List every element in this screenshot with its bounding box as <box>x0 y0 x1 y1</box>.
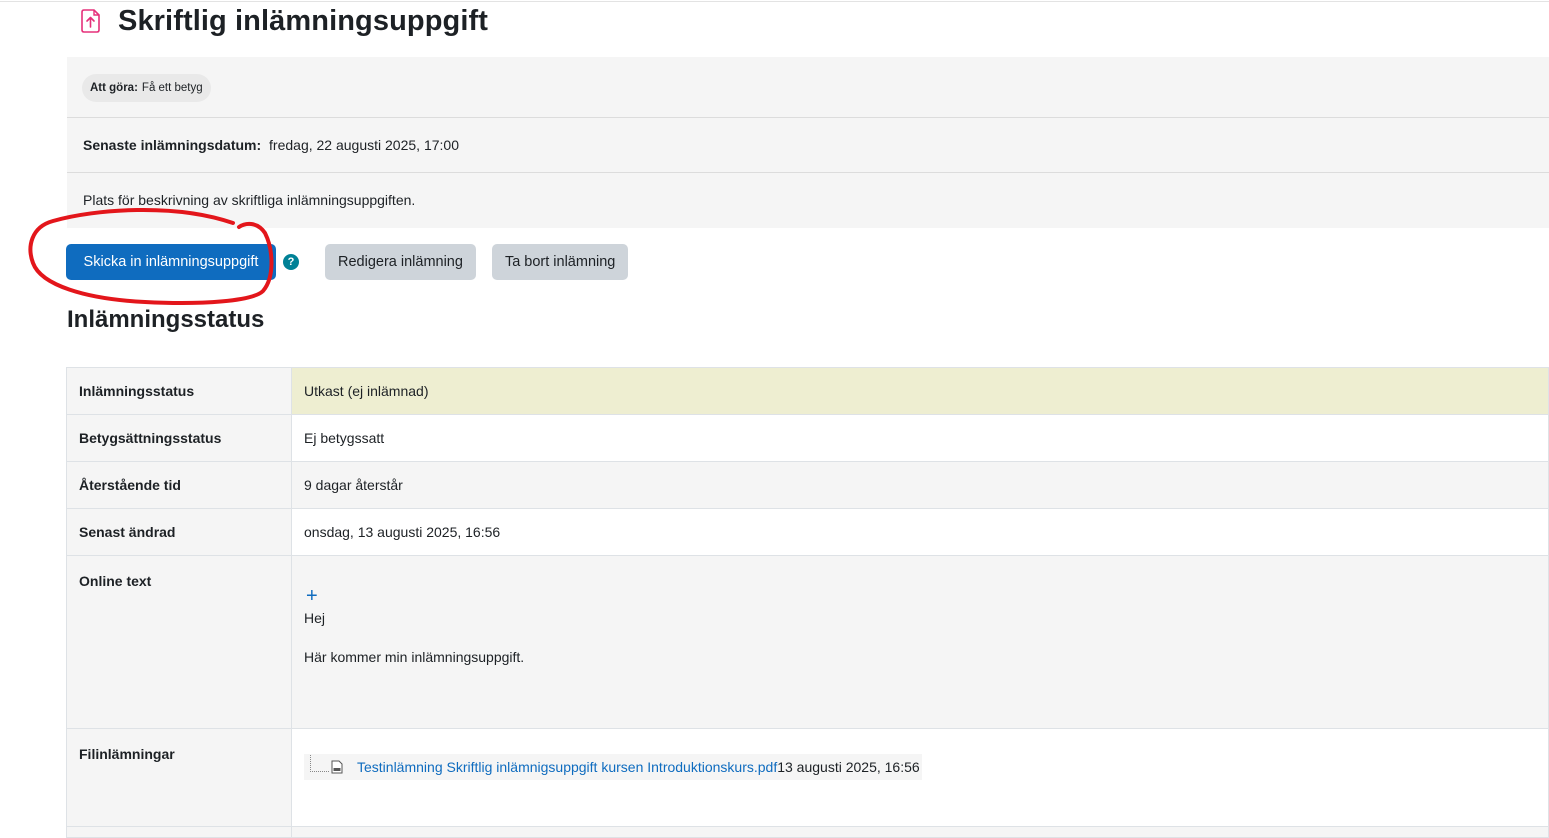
grading-status-value: Ej betygssatt <box>291 414 1549 462</box>
table-row: Filinlämningar Testinlämning Skriftlig i… <box>66 728 1549 827</box>
todo-value: Få ett betyg <box>141 82 203 94</box>
expand-plus-icon[interactable]: + <box>306 586 318 606</box>
row-label: Inlämningsstatus <box>66 367 292 415</box>
submit-assignment-button[interactable]: Skicka in inlämningsuppgift <box>66 244 276 280</box>
edit-submission-button[interactable]: Redigera inlämning <box>325 244 476 280</box>
tree-connector <box>310 754 329 772</box>
table-row: Online text + Hej Här kommer min inlämni… <box>66 555 1549 729</box>
submission-status-heading: Inlämningsstatus <box>67 306 265 333</box>
row-label: Online text <box>66 555 292 729</box>
assignment-upload-icon <box>80 8 102 34</box>
table-row: Återstående tid 9 dagar återstår <box>66 461 1549 509</box>
row-label: Senast ändrad <box>66 508 292 556</box>
online-text-cell: + Hej Här kommer min inlämningsuppgift. <box>291 555 1549 729</box>
completion-requirement-badge: Att göra: Få ett betyg <box>82 74 211 102</box>
row-label: Betygsättningsstatus <box>66 414 292 462</box>
activity-information: Att göra: Få ett betyg Senaste inlämning… <box>67 57 1549 228</box>
todo-label: Att göra: <box>90 82 138 94</box>
table-row: Betygsättningsstatus Ej betygssatt <box>66 414 1549 462</box>
remove-submission-button[interactable]: Ta bort inlämning <box>491 244 629 280</box>
last-modified-value: onsdag, 13 augusti 2025, 16:56 <box>291 508 1549 556</box>
submission-actions: Skicka in inlämningsuppgift ? Redigera i… <box>66 244 629 280</box>
row-label <box>66 826 292 838</box>
assignment-description: Plats för beskrivning av skriftliga inlä… <box>83 192 416 208</box>
due-date: Senaste inlämningsdatum: fredag, 22 augu… <box>83 137 459 153</box>
table-row: Senast ändrad onsdag, 13 augusti 2025, 1… <box>66 508 1549 556</box>
page-title: Skriftlig inlämningsuppgift <box>118 4 489 37</box>
online-text-heading: Hej <box>304 610 326 626</box>
due-date-label: Senaste inlämningsdatum: <box>83 137 262 153</box>
pdf-file-icon <box>331 760 343 774</box>
row-label: Återstående tid <box>66 461 292 509</box>
file-date: 13 augusti 2025, 16:56 <box>777 759 920 775</box>
submission-status-table: Inlämningsstatus Utkast (ej inlämnad) Be… <box>66 367 1549 838</box>
file-submissions-cell: Testinlämning Skriftlig inlämnigsuppgift… <box>291 728 1549 827</box>
online-text-body: Här kommer min inlämningsuppgift. <box>304 649 525 665</box>
intro-divider <box>67 117 1549 118</box>
top-divider <box>0 1 1549 2</box>
help-icon[interactable]: ? <box>283 254 299 270</box>
row-value <box>291 826 1549 838</box>
table-row <box>66 826 1549 838</box>
time-remaining-value: 9 dagar återstår <box>291 461 1549 509</box>
intro-divider <box>67 172 1549 173</box>
submission-status-value: Utkast (ej inlämnad) <box>291 367 1549 415</box>
submitted-file-link[interactable]: Testinlämning Skriftlig inlämnigsuppgift… <box>357 759 777 775</box>
activity-header: Skriftlig inlämningsuppgift <box>80 3 488 39</box>
due-date-value: fredag, 22 augusti 2025, 17:00 <box>269 137 459 153</box>
file-tree-item: Testinlämning Skriftlig inlämnigsuppgift… <box>304 754 922 780</box>
table-row: Inlämningsstatus Utkast (ej inlämnad) <box>66 367 1549 415</box>
row-label: Filinlämningar <box>66 728 292 827</box>
